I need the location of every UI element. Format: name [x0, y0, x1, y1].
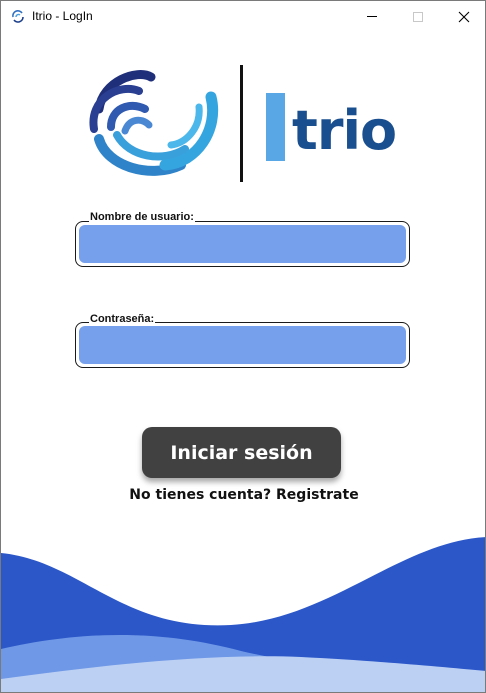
title-bar[interactable]: Itrio - LogIn	[1, 1, 485, 32]
logo-wordmark: trio	[292, 99, 397, 162]
wave-decoration	[1, 537, 485, 692]
login-window: Itrio - LogIn trio Nombre de usuario: Co…	[0, 0, 486, 693]
close-icon	[458, 11, 470, 22]
username-field	[75, 221, 410, 267]
logo-i-bar	[266, 93, 285, 161]
minimize-button[interactable]	[349, 1, 395, 32]
password-label: Contraseña:	[89, 313, 156, 325]
minimize-icon	[367, 16, 377, 17]
window-title: Itrio - LogIn	[32, 9, 93, 23]
password-field	[75, 322, 410, 368]
app-swirl-icon	[12, 10, 24, 23]
logo-divider	[240, 65, 243, 182]
username-label: Nombre de usuario:	[89, 211, 195, 223]
login-button[interactable]: Iniciar sesión	[142, 427, 341, 478]
maximize-button[interactable]	[395, 1, 441, 32]
register-link[interactable]: No tienes cuenta? Registrate	[1, 487, 485, 503]
password-input[interactable]	[79, 326, 406, 364]
username-input[interactable]	[79, 225, 406, 263]
close-button[interactable]	[441, 1, 485, 32]
maximize-icon	[413, 11, 423, 22]
swirl-logo-icon	[89, 70, 219, 176]
